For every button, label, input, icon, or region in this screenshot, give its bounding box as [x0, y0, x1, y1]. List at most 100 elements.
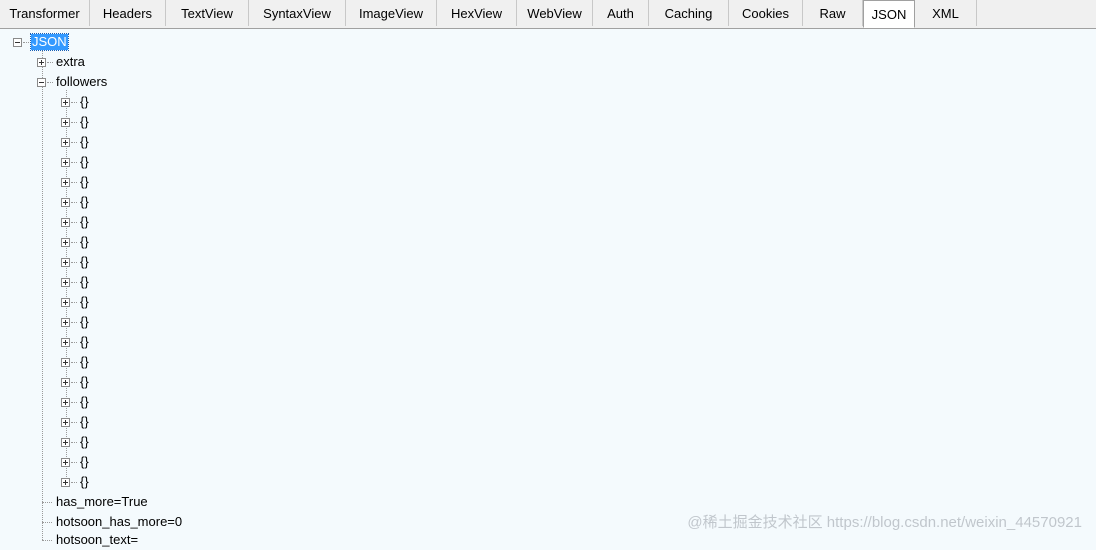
- tree-node-label[interactable]: extra: [55, 54, 86, 70]
- tree-node-follower-item[interactable]: {}: [61, 332, 90, 352]
- tree-node-label[interactable]: {}: [79, 394, 90, 410]
- tree-node-hotsoon-has-more[interactable]: hotsoon_has_more=0: [42, 512, 183, 532]
- tree-node-follower-item[interactable]: {}: [61, 312, 90, 332]
- tree-connector: [71, 101, 77, 103]
- expand-icon[interactable]: [61, 277, 70, 287]
- tab-hexview[interactable]: HexView: [437, 0, 517, 26]
- tree-node-label[interactable]: {}: [79, 254, 90, 270]
- tab-webview[interactable]: WebView: [517, 0, 593, 26]
- tree-node-follower-item[interactable]: {}: [61, 192, 90, 212]
- tree-node-label[interactable]: {}: [79, 214, 90, 230]
- expand-icon[interactable]: [61, 397, 70, 407]
- tree-node-followers[interactable]: followers: [37, 72, 108, 92]
- tab-headers[interactable]: Headers: [90, 0, 166, 26]
- tree-connector: [23, 41, 29, 43]
- expand-icon[interactable]: [61, 417, 70, 427]
- tree-connector: [71, 141, 77, 143]
- tree-node-hotsoon-text[interactable]: hotsoon_text=: [42, 530, 139, 550]
- tree-connector: [71, 361, 77, 363]
- tree-node-label[interactable]: hotsoon_has_more=0: [55, 514, 183, 530]
- collapse-icon[interactable]: [37, 77, 46, 87]
- tree-node-label[interactable]: {}: [79, 174, 90, 190]
- expand-icon[interactable]: [61, 457, 70, 467]
- tree-node-label[interactable]: {}: [79, 314, 90, 330]
- tab-raw[interactable]: Raw: [803, 0, 863, 26]
- tree-node-follower-item[interactable]: {}: [61, 152, 90, 172]
- tree-node-label[interactable]: {}: [79, 434, 90, 450]
- tab-xml[interactable]: XML: [915, 0, 977, 26]
- tree-node-follower-item[interactable]: {}: [61, 432, 90, 452]
- tree-node-follower-item[interactable]: {}: [61, 292, 90, 312]
- tree-connector: [71, 461, 77, 463]
- expand-icon[interactable]: [61, 117, 70, 127]
- tree-node-label[interactable]: {}: [79, 414, 90, 430]
- expand-icon[interactable]: [61, 257, 70, 267]
- tree-node-label[interactable]: {}: [79, 114, 90, 130]
- expand-icon[interactable]: [61, 217, 70, 227]
- tree-node-label[interactable]: hotsoon_text=: [55, 532, 139, 548]
- expand-icon[interactable]: [61, 437, 70, 447]
- expand-icon[interactable]: [61, 197, 70, 207]
- expand-icon[interactable]: [61, 237, 70, 247]
- tree-connector: [71, 261, 77, 263]
- tab-auth[interactable]: Auth: [593, 0, 649, 26]
- expand-icon[interactable]: [37, 57, 46, 67]
- tree-node-label[interactable]: {}: [79, 294, 90, 310]
- expand-icon[interactable]: [61, 157, 70, 167]
- tree-node-follower-item[interactable]: {}: [61, 372, 90, 392]
- tree-node-follower-item[interactable]: {}: [61, 352, 90, 372]
- tree-node-label[interactable]: {}: [79, 154, 90, 170]
- tree-connector: [42, 501, 52, 503]
- tab-syntaxview[interactable]: SyntaxView: [249, 0, 346, 26]
- tree-node-follower-item[interactable]: {}: [61, 452, 90, 472]
- collapse-icon[interactable]: [13, 37, 22, 47]
- tab-cookies[interactable]: Cookies: [729, 0, 803, 26]
- expand-icon[interactable]: [61, 137, 70, 147]
- expand-icon[interactable]: [61, 317, 70, 327]
- tree-node-follower-item[interactable]: {}: [61, 252, 90, 272]
- tree-node-label[interactable]: {}: [79, 234, 90, 250]
- tree-node-root-label[interactable]: JSON: [30, 33, 69, 51]
- tree-node-follower-item[interactable]: {}: [61, 212, 90, 232]
- tree-node-label[interactable]: {}: [79, 194, 90, 210]
- tab-json[interactable]: JSON: [863, 0, 915, 28]
- tree-node-follower-item[interactable]: {}: [61, 232, 90, 252]
- tree-connector: [71, 181, 77, 183]
- tree-node-has-more[interactable]: has_more=True: [42, 492, 149, 512]
- tree-node-follower-item[interactable]: {}: [61, 272, 90, 292]
- tree-node-follower-item[interactable]: {}: [61, 132, 90, 152]
- tree-node-label[interactable]: {}: [79, 454, 90, 470]
- tree-node-follower-item[interactable]: {}: [61, 412, 90, 432]
- tree-connector: [71, 341, 77, 343]
- tab-textview[interactable]: TextView: [166, 0, 249, 26]
- tree-node-root[interactable]: JSON: [13, 32, 69, 52]
- expand-icon[interactable]: [61, 177, 70, 187]
- tree-node-follower-item[interactable]: {}: [61, 172, 90, 192]
- expand-icon[interactable]: [61, 97, 70, 107]
- expand-icon[interactable]: [61, 337, 70, 347]
- tree-node-label[interactable]: followers: [55, 74, 108, 90]
- tree-node-follower-item[interactable]: {}: [61, 472, 90, 492]
- tree-node-label[interactable]: {}: [79, 134, 90, 150]
- tree-node-follower-item[interactable]: {}: [61, 392, 90, 412]
- tree-connector: [47, 61, 53, 63]
- expand-icon[interactable]: [61, 357, 70, 367]
- tree-node-label[interactable]: {}: [79, 354, 90, 370]
- tab-imageview[interactable]: ImageView: [346, 0, 437, 26]
- tree-node-label[interactable]: {}: [79, 374, 90, 390]
- expand-icon[interactable]: [61, 477, 70, 487]
- expand-icon[interactable]: [61, 377, 70, 387]
- tree-node-label[interactable]: has_more=True: [55, 494, 149, 510]
- tree-connector: [71, 161, 77, 163]
- tree-node-label[interactable]: {}: [79, 474, 90, 490]
- tree-node-follower-item[interactable]: {}: [61, 92, 90, 112]
- tab-transformer[interactable]: Transformer: [0, 0, 90, 26]
- tree-connector: [42, 521, 52, 523]
- tree-node-follower-item[interactable]: {}: [61, 112, 90, 132]
- tab-caching[interactable]: Caching: [649, 0, 729, 26]
- expand-icon[interactable]: [61, 297, 70, 307]
- tree-node-label[interactable]: {}: [79, 334, 90, 350]
- tree-node-label[interactable]: {}: [79, 274, 90, 290]
- tree-node-label[interactable]: {}: [79, 94, 90, 110]
- tree-node-extra[interactable]: extra: [37, 52, 86, 72]
